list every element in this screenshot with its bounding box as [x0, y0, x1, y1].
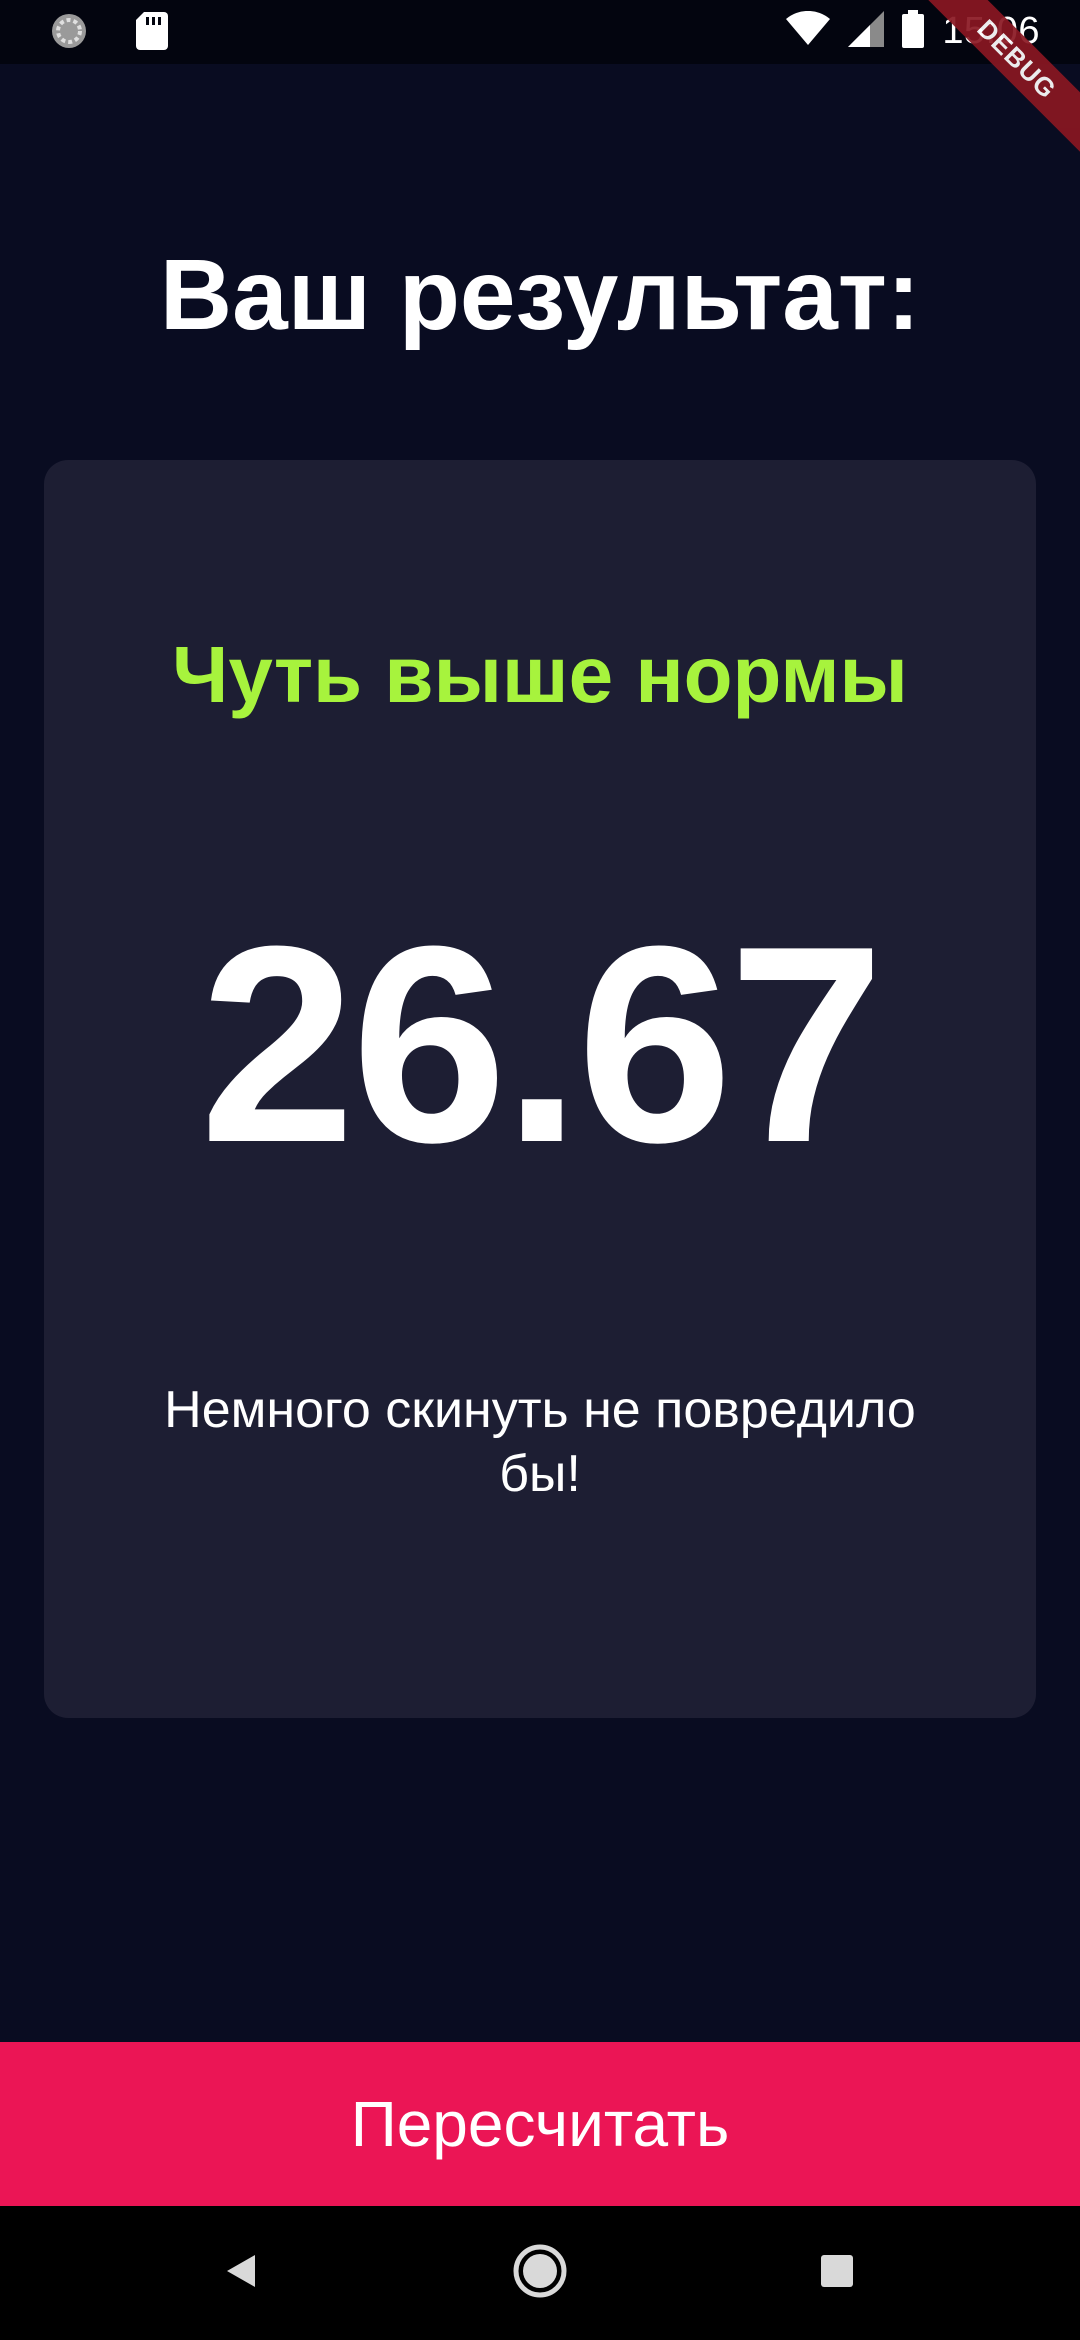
- wifi-icon: [786, 10, 831, 52]
- back-button[interactable]: [208, 2240, 274, 2306]
- recents-icon: [817, 2251, 857, 2296]
- cell-signal-icon: [848, 11, 885, 52]
- loading-circle-icon: [50, 12, 88, 55]
- recalculate-button[interactable]: Пересчитать: [0, 2042, 1080, 2206]
- battery-icon: [902, 10, 925, 53]
- result-screen: 15:06 DEBUG Ваш результат: Чуть выше нор…: [0, 0, 1080, 2340]
- page-title: Ваш результат:: [159, 239, 921, 351]
- status-bar-left: [50, 12, 168, 55]
- result-advice: Немного скинуть не повредило бы!: [164, 1381, 916, 1503]
- recents-button[interactable]: [804, 2240, 870, 2306]
- home-icon: [512, 2243, 568, 2304]
- sd-card-icon: [136, 12, 168, 55]
- navigation-bar: [0, 2206, 1080, 2340]
- result-status: Чуть выше нормы: [172, 630, 908, 719]
- back-icon: [221, 2251, 261, 2296]
- status-bar: 15:06: [0, 0, 1080, 64]
- result-card: Чуть выше нормы 26.67 Немного скинуть не…: [44, 460, 1036, 1718]
- bmi-value: 26.67: [199, 889, 885, 1201]
- home-button[interactable]: [507, 2240, 573, 2306]
